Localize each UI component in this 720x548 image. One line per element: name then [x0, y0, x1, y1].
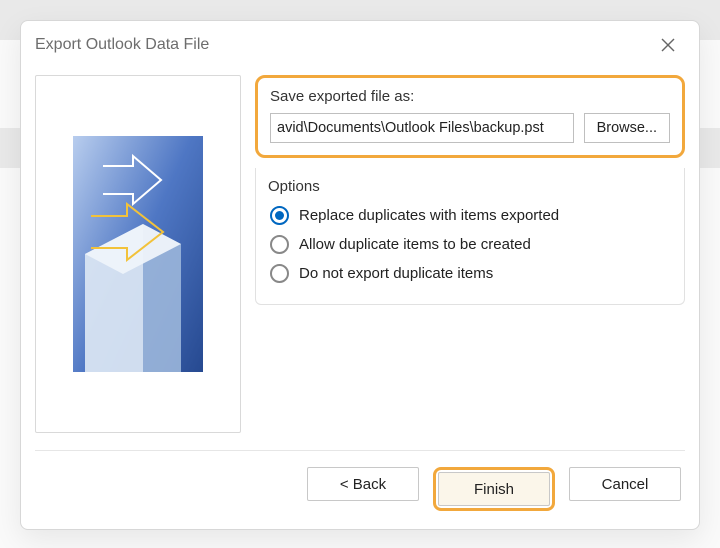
cancel-button[interactable]: Cancel	[569, 467, 681, 501]
wizard-graphic-pane	[35, 75, 241, 433]
option-replace-duplicates[interactable]: Replace duplicates with items exported	[270, 201, 670, 230]
option-no-export-duplicates[interactable]: Do not export duplicate items	[270, 259, 670, 288]
radio-icon	[270, 206, 289, 225]
option-label: Allow duplicate items to be created	[299, 236, 531, 253]
save-as-label: Save exported file as:	[270, 88, 670, 105]
export-dialog: Export Outlook Data File	[20, 20, 700, 530]
option-label: Replace duplicates with items exported	[299, 207, 559, 224]
close-icon	[661, 38, 675, 52]
radio-icon	[270, 235, 289, 254]
option-allow-duplicates[interactable]: Allow duplicate items to be created	[270, 230, 670, 259]
save-path-input[interactable]	[270, 113, 574, 143]
wizard-graphic	[73, 136, 203, 372]
radio-icon	[270, 264, 289, 283]
option-label: Do not export duplicate items	[299, 265, 493, 282]
finish-highlight: Finish	[433, 467, 555, 511]
footer: < Back Finish Cancel	[21, 451, 699, 529]
dialog-title: Export Outlook Data File	[35, 36, 209, 54]
options-title: Options	[268, 178, 670, 195]
browse-button[interactable]: Browse...	[584, 113, 670, 143]
close-button[interactable]	[651, 31, 685, 59]
back-button[interactable]: < Back	[307, 467, 419, 501]
finish-button[interactable]: Finish	[438, 472, 550, 506]
save-as-highlight: Save exported file as: Browse...	[255, 75, 685, 158]
options-group: Options Replace duplicates with items ex…	[255, 168, 685, 305]
titlebar: Export Outlook Data File	[21, 21, 699, 65]
